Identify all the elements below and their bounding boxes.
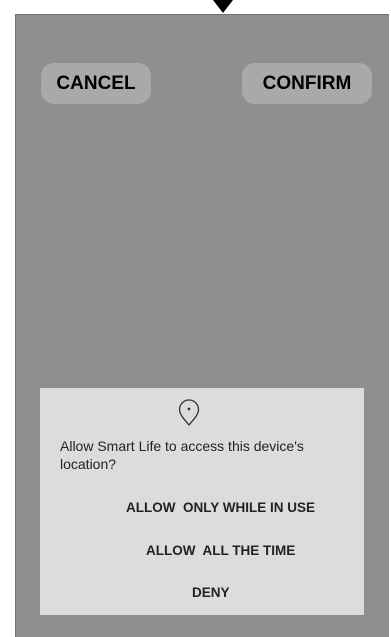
confirm-button[interactable]: CONFIRM (242, 63, 372, 104)
permission-message: Allow Smart Life to access this device's… (60, 438, 304, 472)
allow-while-in-use-option[interactable]: ALLOW ONLY WHILE IN USE (126, 500, 315, 515)
cancel-button[interactable]: CANCEL (41, 63, 151, 104)
app-screen: CANCEL CONFIRM Allow Smart Life to acces… (15, 14, 389, 637)
deny-option[interactable]: DENY (192, 585, 230, 600)
allow-all-the-time-option[interactable]: ALLOW ALL THE TIME (146, 543, 295, 558)
pointer-arrow-icon (213, 0, 233, 13)
location-pin-icon (178, 399, 200, 427)
location-permission-dialog: Allow Smart Life to access this device's… (40, 388, 364, 615)
